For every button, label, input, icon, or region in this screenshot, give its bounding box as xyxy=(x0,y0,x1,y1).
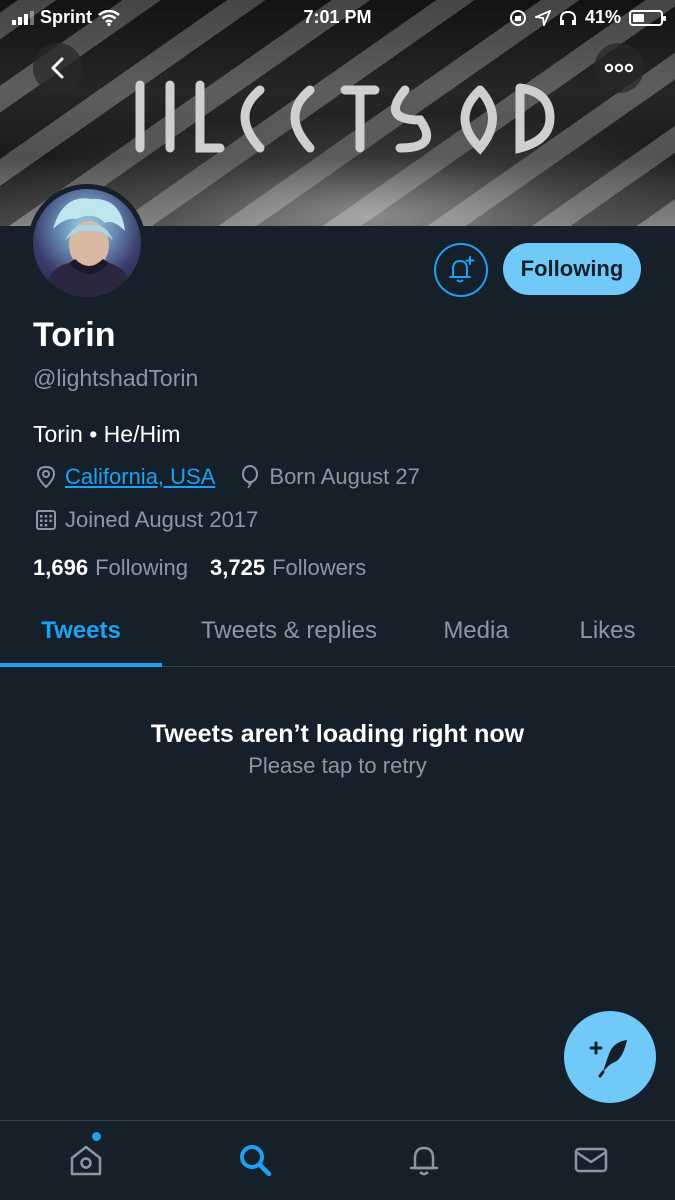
profile-handle: @lightshadTorin xyxy=(33,365,199,391)
home-icon xyxy=(70,1145,102,1176)
joined-text: Joined August 2017 xyxy=(65,507,259,532)
followers-stat[interactable]: 3,725 Followers xyxy=(210,555,366,581)
nav-messages[interactable] xyxy=(569,1138,613,1182)
headphones-icon xyxy=(559,10,576,25)
following-count: 1,696 xyxy=(33,555,89,580)
following-stat[interactable]: 1,696 Following xyxy=(33,555,188,581)
home-notification-dot xyxy=(92,1132,101,1141)
banner-logo-art xyxy=(135,80,555,155)
compose-feather-plus-icon xyxy=(589,1040,627,1078)
compose-tweet-button[interactable] xyxy=(564,1011,656,1103)
status-right: 41% xyxy=(509,7,666,28)
profile-avatar[interactable] xyxy=(28,184,146,302)
tab-likes[interactable]: Likes xyxy=(555,596,660,666)
profile-joined-row: Joined August 2017 xyxy=(33,507,258,533)
profile-meta-row: California, USA Born August 27 xyxy=(33,464,420,490)
following-label: Following xyxy=(95,555,188,580)
tab-media[interactable]: Media xyxy=(420,596,532,666)
notifications-icon xyxy=(409,1146,439,1176)
battery-icon xyxy=(629,9,666,26)
bottom-navigation xyxy=(0,1120,675,1200)
location-pin-icon xyxy=(33,464,59,490)
follow-stats: 1,696 Following 3,725 Followers xyxy=(33,555,366,581)
following-button[interactable]: Following xyxy=(503,243,641,295)
followers-label: Followers xyxy=(272,555,367,580)
birthday-text: Born August 27 xyxy=(269,464,420,489)
notifications-bell-button[interactable] xyxy=(434,243,488,297)
followers-count: 3,725 xyxy=(210,555,266,580)
tab-tweets-replies[interactable]: Tweets & replies xyxy=(175,596,403,666)
nav-notifications[interactable] xyxy=(402,1138,446,1182)
location-arrow-icon xyxy=(534,9,551,26)
profile-bio: Torin • He/Him xyxy=(33,421,181,447)
avatar-illustration xyxy=(43,198,133,297)
back-button[interactable] xyxy=(33,43,83,93)
status-bar: Sprint 7:01 PM 41% xyxy=(0,0,675,36)
battery-fill xyxy=(633,13,644,22)
more-horizontal-icon xyxy=(604,63,634,73)
nav-home[interactable] xyxy=(64,1132,108,1182)
retry-link[interactable]: Please tap to retry xyxy=(0,753,675,779)
tab-tweets[interactable]: Tweets xyxy=(0,596,162,667)
location-link[interactable]: California, USA xyxy=(65,464,215,490)
calendar-icon xyxy=(33,507,59,533)
battery-percent: 41% xyxy=(584,7,621,27)
bell-plus-icon xyxy=(449,256,475,283)
search-icon xyxy=(240,1145,272,1177)
nav-search[interactable] xyxy=(233,1138,277,1182)
profile-name: Torin xyxy=(33,316,116,354)
profile-tabs: Tweets Tweets & replies Media Likes xyxy=(0,596,675,667)
messages-icon xyxy=(574,1147,608,1173)
balloon-icon xyxy=(237,464,263,490)
chevron-left-icon xyxy=(51,57,64,79)
more-options-button[interactable] xyxy=(594,43,644,93)
empty-state-title: Tweets aren’t loading right now xyxy=(150,720,525,748)
rotation-lock-icon xyxy=(509,9,526,26)
